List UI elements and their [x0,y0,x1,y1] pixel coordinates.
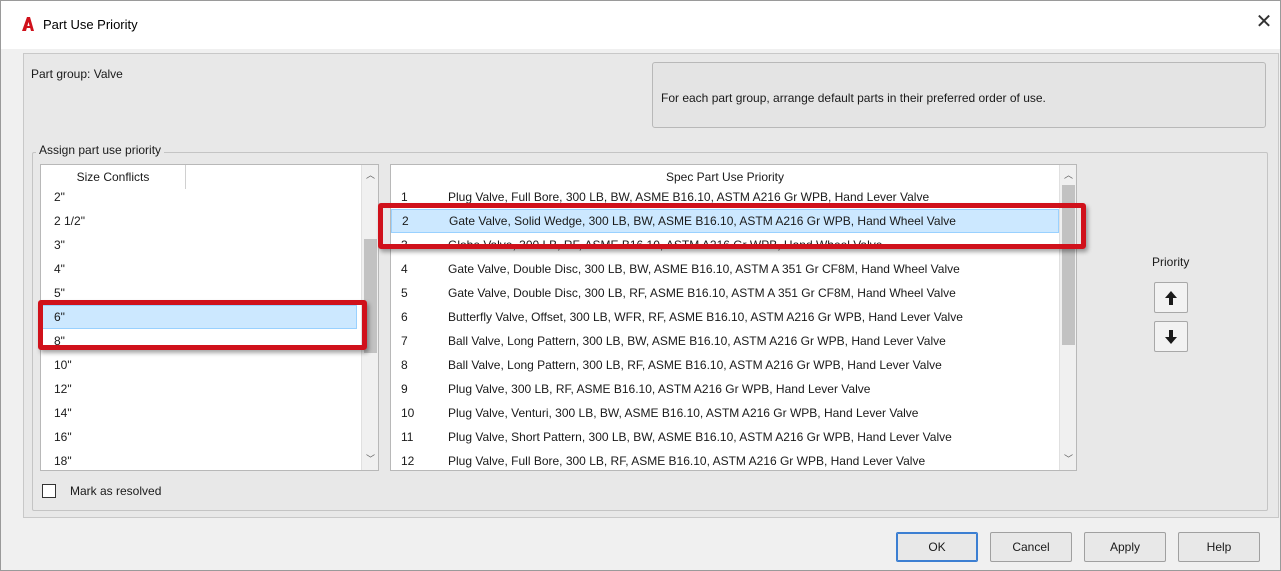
size-item[interactable]: 16" [41,425,357,449]
spec-row-number: 11 [401,430,414,444]
spec-row[interactable]: 3 Globe Valve, 300 LB, RF, ASME B16.10, A… [391,233,1059,257]
cancel-button[interactable]: Cancel [990,532,1072,562]
window-title: Part Use Priority [43,17,138,32]
spec-row[interactable]: 9 Plug Valve, 300 LB, RF, ASME B16.10, AS… [391,377,1059,401]
spec-row[interactable]: 6 Butterfly Valve, Offset, 300 LB, WFR, R… [391,305,1059,329]
autocad-icon [22,17,34,31]
spec-row[interactable]: 12 Plug Valve, Full Bore, 300 LB, RF, ASM… [391,449,1059,470]
spec-row[interactable]: 5 Gate Valve, Double Disc, 300 LB, RF, AS… [391,281,1059,305]
scroll-up-icon[interactable]: ︿ [1060,167,1076,184]
info-text: For each part group, arrange default par… [661,91,1046,105]
move-down-button[interactable] [1154,321,1188,352]
spec-row-number: 1 [401,190,408,204]
info-box: For each part group, arrange default par… [652,62,1266,128]
spec-row-number: 2 [402,214,409,228]
spec-row-number: 10 [401,406,415,420]
size-item[interactable]: 12" [41,377,357,401]
spec-row-number: 7 [401,334,408,348]
spec-row[interactable]: 8 Ball Valve, Long Pattern, 300 LB, RF, A… [391,353,1059,377]
spec-row-number: 12 [401,454,415,468]
mark-resolved-checkbox[interactable] [42,484,56,498]
spec-row-text: Plug Valve, Short Pattern, 300 LB, BW, A… [448,430,952,444]
spec-row-text: Plug Valve, Full Bore, 300 LB, RF, ASME … [448,454,926,468]
spec-row-text: Gate Valve, Solid Wedge, 300 LB, BW, ASM… [449,214,956,228]
size-conflicts-list[interactable]: Size Conflicts 2" 2 1/2" 3" 4" 5" 6" 8" 10" 12" 1… [40,164,379,471]
spec-row-number: 6 [401,310,408,324]
help-button[interactable]: Help [1178,532,1260,562]
size-list-scrollbar[interactable]: ︿ ﹀ [361,165,378,470]
spec-list-scrollbar[interactable]: ︿ ﹀ [1059,165,1076,470]
spec-row-text: Plug Valve, 300 LB, RF, ASME B16.10, AST… [448,382,871,396]
scroll-thumb[interactable] [1062,185,1075,345]
spec-row[interactable]: 2 Gate Valve, Solid Wedge, 300 LB, BW, AS… [391,209,1059,233]
size-item[interactable]: 3" [41,233,357,257]
size-item[interactable]: 14" [41,401,357,425]
spec-row[interactable]: 10 Plug Valve, Venturi, 300 LB, BW, ASME … [391,401,1059,425]
part-use-priority-dialog: Part Use Priority ✕ Part group: Valve Fo… [0,0,1281,571]
spec-row-text: Plug Valve, Venturi, 300 LB, BW, ASME B1… [448,406,919,420]
priority-label: Priority [1152,255,1190,269]
spec-row-text: Ball Valve, Long Pattern, 300 LB, BW, AS… [448,334,946,348]
size-item[interactable]: 2 1/2" [41,209,357,233]
spec-row-text: Gate Valve, Double Disc, 300 LB, BW, ASM… [448,262,960,276]
size-item[interactable]: 8" [41,329,357,353]
spec-priority-list[interactable]: Spec Part Use Priority 1 Plug Valve, Full… [390,164,1077,471]
size-item[interactable]: 4" [41,257,357,281]
spec-row-number: 8 [401,358,408,372]
size-item[interactable]: 2" [41,185,357,209]
size-item[interactable]: 10" [41,353,357,377]
spec-row-text: Gate Valve, Double Disc, 300 LB, RF, ASM… [448,286,956,300]
spec-row-text: Ball Valve, Long Pattern, 300 LB, RF, AS… [448,358,942,372]
apply-button[interactable]: Apply [1084,532,1166,562]
arrow-down-icon [1165,329,1177,344]
mark-resolved-label[interactable]: Mark as resolved [70,484,161,498]
spec-row-number: 4 [401,262,408,276]
spec-row[interactable]: 7 Ball Valve, Long Pattern, 300 LB, BW, A… [391,329,1059,353]
arrow-up-icon [1165,290,1177,305]
spec-row[interactable]: 11 Plug Valve, Short Pattern, 300 LB, BW,… [391,425,1059,449]
spec-row-text: Globe Valve, 300 LB, RF, ASME B16.10, AS… [448,238,883,252]
spec-row[interactable]: 1 Plug Valve, Full Bore, 300 LB, BW, ASME… [391,185,1059,209]
close-button[interactable]: ✕ [1252,11,1276,35]
size-item[interactable]: 6" [41,305,357,329]
scroll-down-icon[interactable]: ﹀ [362,451,378,468]
move-up-button[interactable] [1154,282,1188,313]
scroll-down-icon[interactable]: ﹀ [1060,451,1076,468]
size-item[interactable]: 18" [41,449,357,470]
group-title: Assign part use priority [36,143,165,157]
ok-button[interactable]: OK [896,532,978,562]
spec-row-text: Plug Valve, Full Bore, 300 LB, BW, ASME … [448,190,930,204]
spec-row-text: Butterfly Valve, Offset, 300 LB, WFR, RF… [448,310,963,324]
part-group-label: Part group: Valve [31,67,123,81]
size-item[interactable]: 5" [41,281,357,305]
scroll-up-icon[interactable]: ︿ [362,167,378,184]
spec-row[interactable]: 4 Gate Valve, Double Disc, 300 LB, BW, AS… [391,257,1059,281]
scroll-thumb[interactable] [364,239,377,353]
title-bar: Part Use Priority ✕ [1,1,1280,49]
spec-row-number: 5 [401,286,408,300]
spec-row-number: 3 [401,238,408,252]
spec-row-number: 9 [401,382,408,396]
